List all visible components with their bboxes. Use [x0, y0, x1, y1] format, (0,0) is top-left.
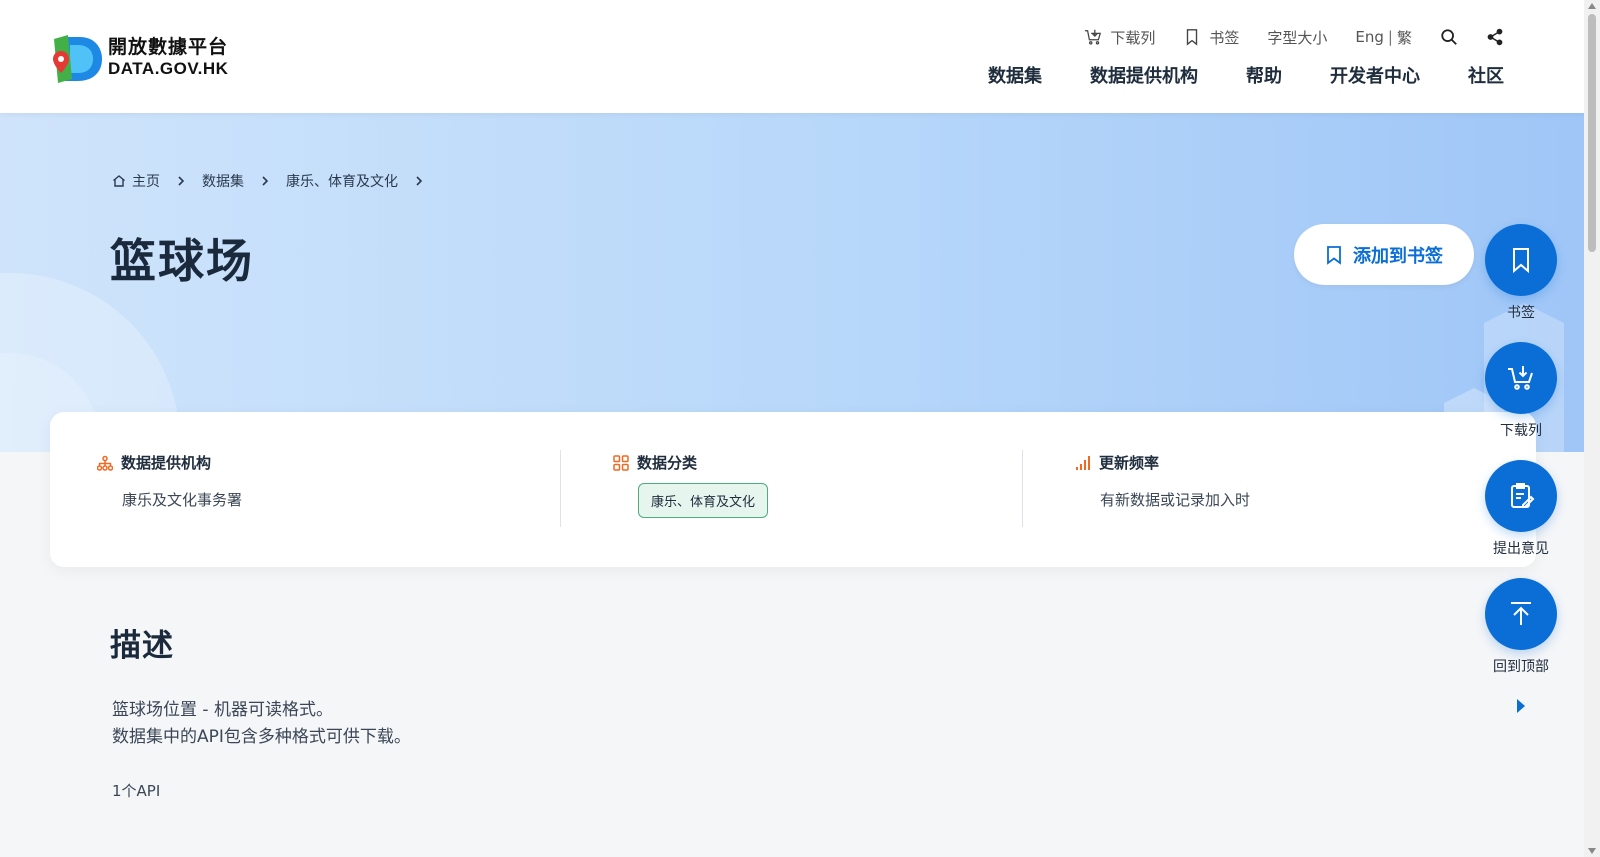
float-feedback-button[interactable] [1485, 460, 1557, 532]
download-list-link[interactable]: 下载列 [1084, 25, 1155, 49]
search-icon [1441, 29, 1457, 45]
home-icon [113, 175, 125, 187]
breadcrumb: 主页 数据集 康乐、体育及文化 [112, 171, 440, 191]
breadcrumb-category[interactable]: 康乐、体育及文化 [286, 171, 398, 191]
chevron-right-icon [416, 176, 423, 186]
description-line: 数据集中的API包含多种格式可供下载。 [112, 727, 411, 747]
search-button[interactable] [1440, 25, 1458, 49]
utility-bar: 下载列 书签 字型大小 Eng | 繁 [1056, 25, 1504, 49]
add-bookmark-label: 添加到书签 [1353, 245, 1443, 267]
back-to-top-button[interactable] [1485, 578, 1557, 650]
description-line: 篮球场位置 - 机器可读格式。 [112, 700, 333, 720]
breadcrumb-datasets[interactable]: 数据集 [202, 171, 244, 191]
api-count: 1个API [112, 782, 161, 800]
cart-download-icon [1508, 366, 1533, 390]
share-icon [1487, 28, 1503, 46]
float-download-list: 下载列 [1485, 342, 1557, 440]
provider-label: 数据提供机构 [121, 454, 212, 472]
logo-icon [50, 31, 104, 85]
scroll-up-arrow-icon[interactable] [1588, 3, 1596, 9]
nav-developer-center[interactable]: 开发者中心 [1330, 63, 1420, 91]
nav-community[interactable]: 社区 [1468, 63, 1504, 91]
bookmark-icon [1327, 245, 1341, 265]
logo-english-text: DATA.GOV.HK [108, 59, 229, 79]
info-provider: 数据提供机构 康乐及文化事务署 [97, 452, 242, 532]
chevron-right-icon [262, 176, 269, 186]
site-logo[interactable]: 開放數據平台 DATA.GOV.HK [50, 30, 240, 86]
page-scrollbar[interactable] [1584, 0, 1600, 857]
float-bookmark-label: 书签 [1507, 305, 1535, 321]
lang-separator: | [1387, 28, 1393, 46]
bookmark-icon [1187, 29, 1198, 46]
signal-bars-icon [1076, 455, 1090, 470]
bookmark-link[interactable]: 书签 [1183, 25, 1239, 49]
frequency-label: 更新频率 [1099, 454, 1160, 472]
info-category: 数据分类 康乐、体育及文化 [613, 452, 769, 532]
font-size-button[interactable]: 字型大小 [1267, 25, 1327, 49]
dataset-info-card: 数据提供机构 康乐及文化事务署 数据分类 康乐、体育及文化 更新频率 有新数据或… [50, 412, 1536, 567]
chevron-right-icon [178, 176, 185, 186]
float-feedback-label: 提出意见 [1493, 541, 1549, 557]
logo-chinese-text: 開放數據平台 [108, 36, 229, 59]
org-chart-icon [97, 455, 113, 471]
add-bookmark-button[interactable]: 添加到书签 [1294, 224, 1474, 285]
download-list-label: 下载列 [1110, 28, 1156, 47]
clipboard-edit-icon [1511, 483, 1535, 508]
float-bookmark-button[interactable] [1485, 224, 1557, 296]
provider-value[interactable]: 康乐及文化事务署 [122, 489, 242, 510]
category-tag[interactable]: 康乐、体育及文化 [638, 483, 769, 518]
float-back-to-top: 回到顶部 [1485, 578, 1557, 676]
float-download-list-button[interactable] [1485, 342, 1557, 414]
share-button[interactable] [1486, 25, 1504, 49]
lang-traditional-link[interactable]: 繁 [1397, 27, 1412, 48]
nav-help[interactable]: 帮助 [1246, 63, 1282, 91]
float-bookmark: 书签 [1485, 224, 1557, 322]
float-feedback: 提出意见 [1485, 460, 1557, 558]
info-divider [1022, 450, 1023, 527]
breadcrumb-datasets-label: 数据集 [202, 174, 244, 190]
site-header: 開放數據平台 DATA.GOV.HK 下载列 书签 字型大小 Eng | 繁 数… [0, 0, 1584, 113]
language-switcher: Eng | 繁 [1355, 25, 1412, 49]
frequency-value: 有新数据或记录加入时 [1100, 491, 1251, 509]
nav-data-providers[interactable]: 数据提供机构 [1090, 63, 1198, 91]
float-download-list-label: 下载列 [1500, 423, 1542, 439]
arrow-up-icon [1511, 602, 1531, 625]
breadcrumb-home-label: 主页 [132, 174, 160, 190]
hero-banner: 主页 数据集 康乐、体育及文化 篮球场 添加到书签 [0, 113, 1584, 452]
lang-eng-link[interactable]: Eng [1355, 28, 1384, 46]
page-title: 篮球场 [110, 234, 254, 288]
nav-datasets[interactable]: 数据集 [988, 63, 1042, 91]
back-to-top-label: 回到顶部 [1493, 659, 1549, 675]
scroll-thumb[interactable] [1588, 14, 1596, 252]
main-navigation: 数据集 数据提供机构 帮助 开发者中心 社区 [940, 63, 1504, 91]
bookmark-label: 书签 [1209, 28, 1240, 47]
bookmark-icon [1513, 248, 1529, 274]
font-size-label: 字型大小 [1267, 28, 1328, 47]
cart-download-icon [1085, 29, 1102, 45]
grid-category-icon [613, 454, 629, 471]
info-divider [560, 450, 561, 527]
collapse-toggle-icon[interactable] [1514, 696, 1528, 716]
info-frequency: 更新频率 有新数据或记录加入时 [1075, 452, 1250, 532]
scroll-down-arrow-icon[interactable] [1588, 848, 1596, 854]
description-heading: 描述 [110, 628, 174, 664]
category-label: 数据分类 [637, 454, 698, 472]
breadcrumb-home[interactable]: 主页 [112, 171, 160, 191]
description-text: 篮球场位置 - 机器可读格式。 数据集中的API包含多种格式可供下载。 [112, 697, 411, 751]
breadcrumb-category-label: 康乐、体育及文化 [286, 174, 398, 190]
